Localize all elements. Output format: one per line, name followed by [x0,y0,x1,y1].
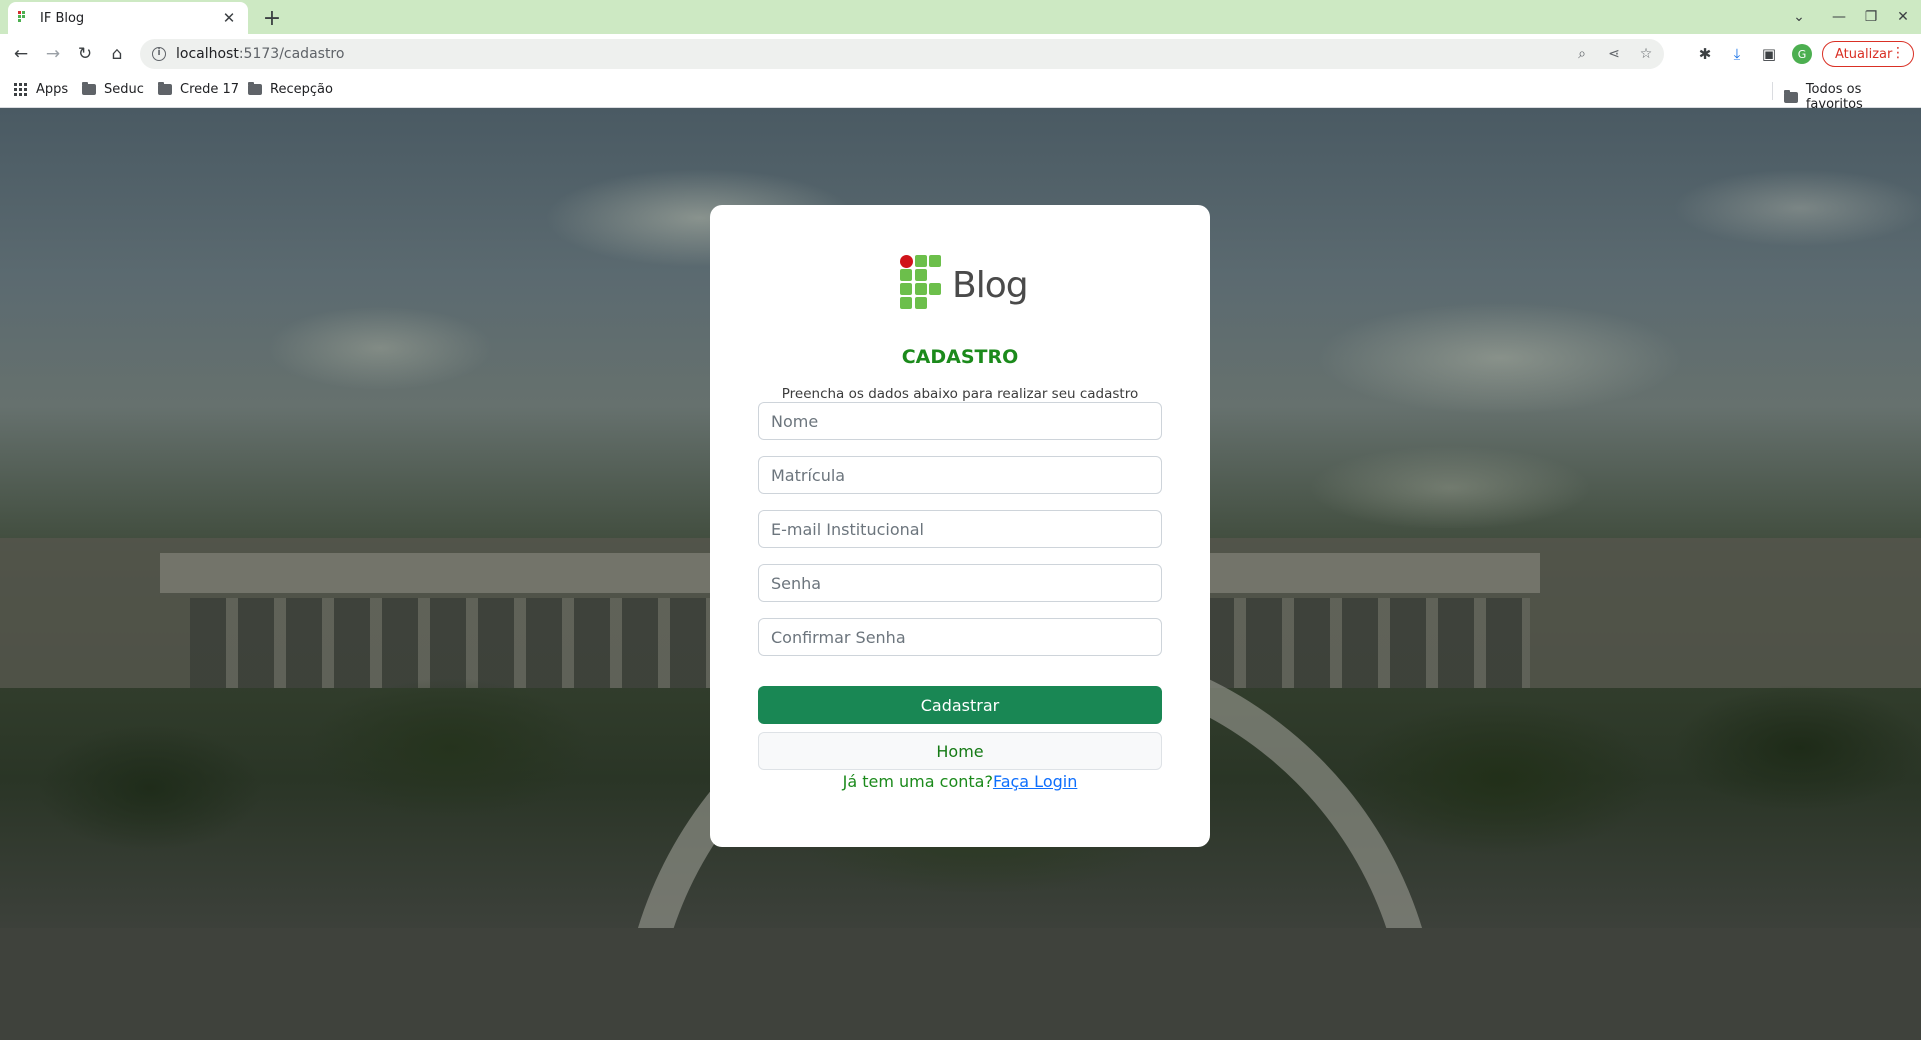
tab-title: IF Blog [40,10,85,26]
password-field[interactable] [758,564,1162,602]
close-tab-icon[interactable]: ✕ [220,9,238,27]
restore-icon[interactable]: ❐ [1858,6,1884,28]
reload-icon[interactable]: ↻ [72,42,98,66]
tab-search-icon[interactable]: ⌄ [1786,6,1812,28]
login-link[interactable]: Faça Login [993,772,1077,791]
page-title: CADASTRO [901,346,1019,368]
bookmarks-divider [1772,82,1773,100]
minimize-icon[interactable]: — [1826,6,1852,28]
logo-red-dot [900,255,913,268]
page-background: Blog CADASTRO Preencha os dados abaixo p… [0,108,1921,1040]
address-bar[interactable]: i localhost:5173/cadastro ⌕ ⋖ ☆ [140,39,1664,69]
menu-dots-icon: ⋮ [1891,45,1905,61]
bookmark-star-icon[interactable]: ☆ [1636,44,1656,64]
close-window-icon[interactable]: ✕ [1890,6,1916,28]
if-favicon-icon [18,11,30,25]
bookmark-seduc[interactable]: Seduc [82,82,144,97]
browser-tab[interactable]: IF Blog ✕ [8,2,248,34]
registration-field[interactable] [758,456,1162,494]
logo-text: Blog [952,265,1029,306]
forward-icon[interactable]: → [40,42,66,66]
share-icon[interactable]: ⋖ [1604,44,1624,64]
bookmark-crede-17[interactable]: Crede 17 [158,82,239,97]
home-button[interactable]: Home [758,732,1162,770]
url-text: localhost:5173/cadastro [176,46,345,62]
site-info-icon[interactable]: i [152,47,166,61]
apps-grid-icon [14,82,28,97]
signup-card: Blog CADASTRO Preencha os dados abaixo p… [710,205,1210,847]
tab-strip: IF Blog ✕ + ⌄ — ❐ ✕ [0,0,1921,34]
extensions-icon[interactable]: ✱ [1694,43,1716,65]
folder-icon [158,82,172,95]
download-icon[interactable]: ⤓ [1726,43,1748,65]
login-prompt: Já tem uma conta?Faça Login [710,772,1210,791]
browser-toolbar: ← → ↻ ⌂ i localhost:5173/cadastro ⌕ ⋖ ☆ … [0,34,1921,74]
side-panel-icon[interactable]: ▣ [1758,43,1780,65]
folder-icon [1784,89,1798,103]
update-button[interactable]: Atualizar ⋮ [1822,41,1914,67]
confirm-password-field[interactable] [758,618,1162,656]
bookmark-apps[interactable]: Apps [14,82,68,97]
email-field[interactable] [758,510,1162,548]
bookmark-recepcao[interactable]: Recepção [248,82,333,97]
bookmarks-bar: Apps Seduc Crede 17 Recepção Todos os fa… [0,74,1921,112]
zoom-search-icon[interactable]: ⌕ [1572,44,1592,64]
folder-icon [82,82,96,95]
have-account-text: Já tem uma conta? [842,772,993,791]
ground [0,928,1921,1040]
home-icon[interactable]: ⌂ [104,42,130,66]
new-tab-button[interactable]: + [260,6,284,31]
update-label: Atualizar [1835,46,1893,62]
folder-icon [248,82,262,95]
page-subtitle: Preencha os dados abaixo para realizar s… [781,386,1139,402]
profile-avatar[interactable]: G [1792,44,1812,64]
name-field[interactable] [758,402,1162,440]
register-button[interactable]: Cadastrar [758,686,1162,724]
back-icon[interactable]: ← [8,42,34,66]
blog-logo: Blog [900,255,1029,317]
